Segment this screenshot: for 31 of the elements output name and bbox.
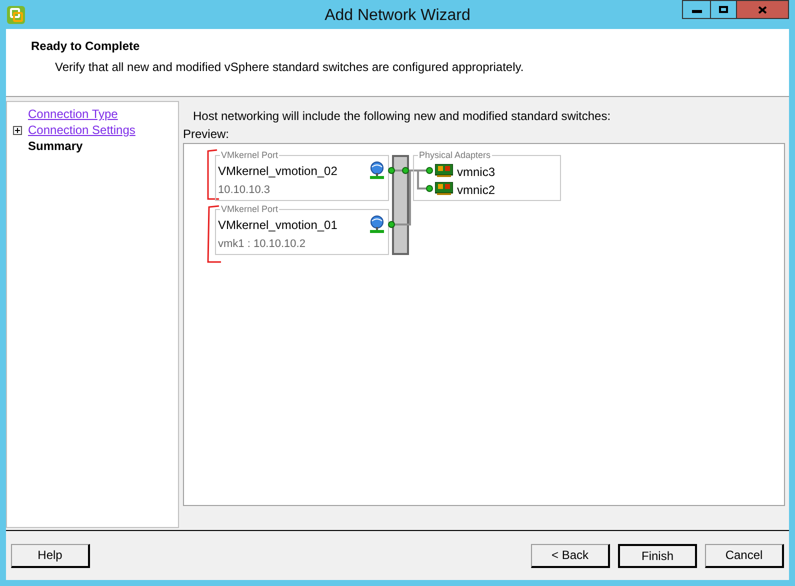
preview-label: Preview: — [183, 126, 230, 143]
app-logo-icon — [6, 5, 26, 25]
wizard-button[interactable]: Cancel — [705, 544, 784, 568]
adapter-group-label: Physical Adapters — [418, 149, 492, 161]
network-card-icon — [435, 164, 453, 177]
wizard-button[interactable]: < Back — [531, 544, 610, 568]
page-description: Verify that all new and modified vSphere standard switches are configured appropriately. — [55, 59, 525, 76]
network-adapter-icon — [369, 161, 385, 179]
wizard-step[interactable]: Summary — [28, 137, 83, 155]
port-address: vmk1 : 10.10.10.2 — [218, 237, 306, 252]
port-group-label: VMkernel Port — [220, 203, 280, 215]
wizard-step-link[interactable]: Connection Settings — [28, 121, 136, 139]
port-address: 10.10.10.3 — [218, 183, 270, 198]
network-card-icon — [435, 182, 453, 195]
port-group-label: VMkernel Port — [220, 149, 280, 161]
network-adapter-icon — [369, 215, 385, 233]
close-icon — [758, 6, 767, 14]
page-heading: Ready to Complete — [31, 38, 141, 55]
wizard-step-link[interactable]: Connection Type — [28, 105, 118, 123]
wizard-button[interactable]: Help — [11, 544, 90, 568]
adapter-name: vmnic3 — [457, 164, 496, 181]
window-title: Add Network Wizard — [324, 6, 472, 26]
wizard-button[interactable]: Finish — [618, 544, 697, 568]
port-name: VMkernel_vmotion_01 — [218, 217, 338, 234]
expand-toggle[interactable] — [13, 126, 22, 134]
maximize-button[interactable] — [711, 0, 737, 19]
port-name: VMkernel_vmotion_02 — [218, 163, 338, 180]
minimize-button[interactable] — [682, 0, 711, 19]
intro-text: Host networking will include the following new and modified standard switches: — [193, 108, 612, 125]
close-button[interactable] — [737, 0, 789, 19]
adapter-name: vmnic2 — [457, 182, 496, 199]
